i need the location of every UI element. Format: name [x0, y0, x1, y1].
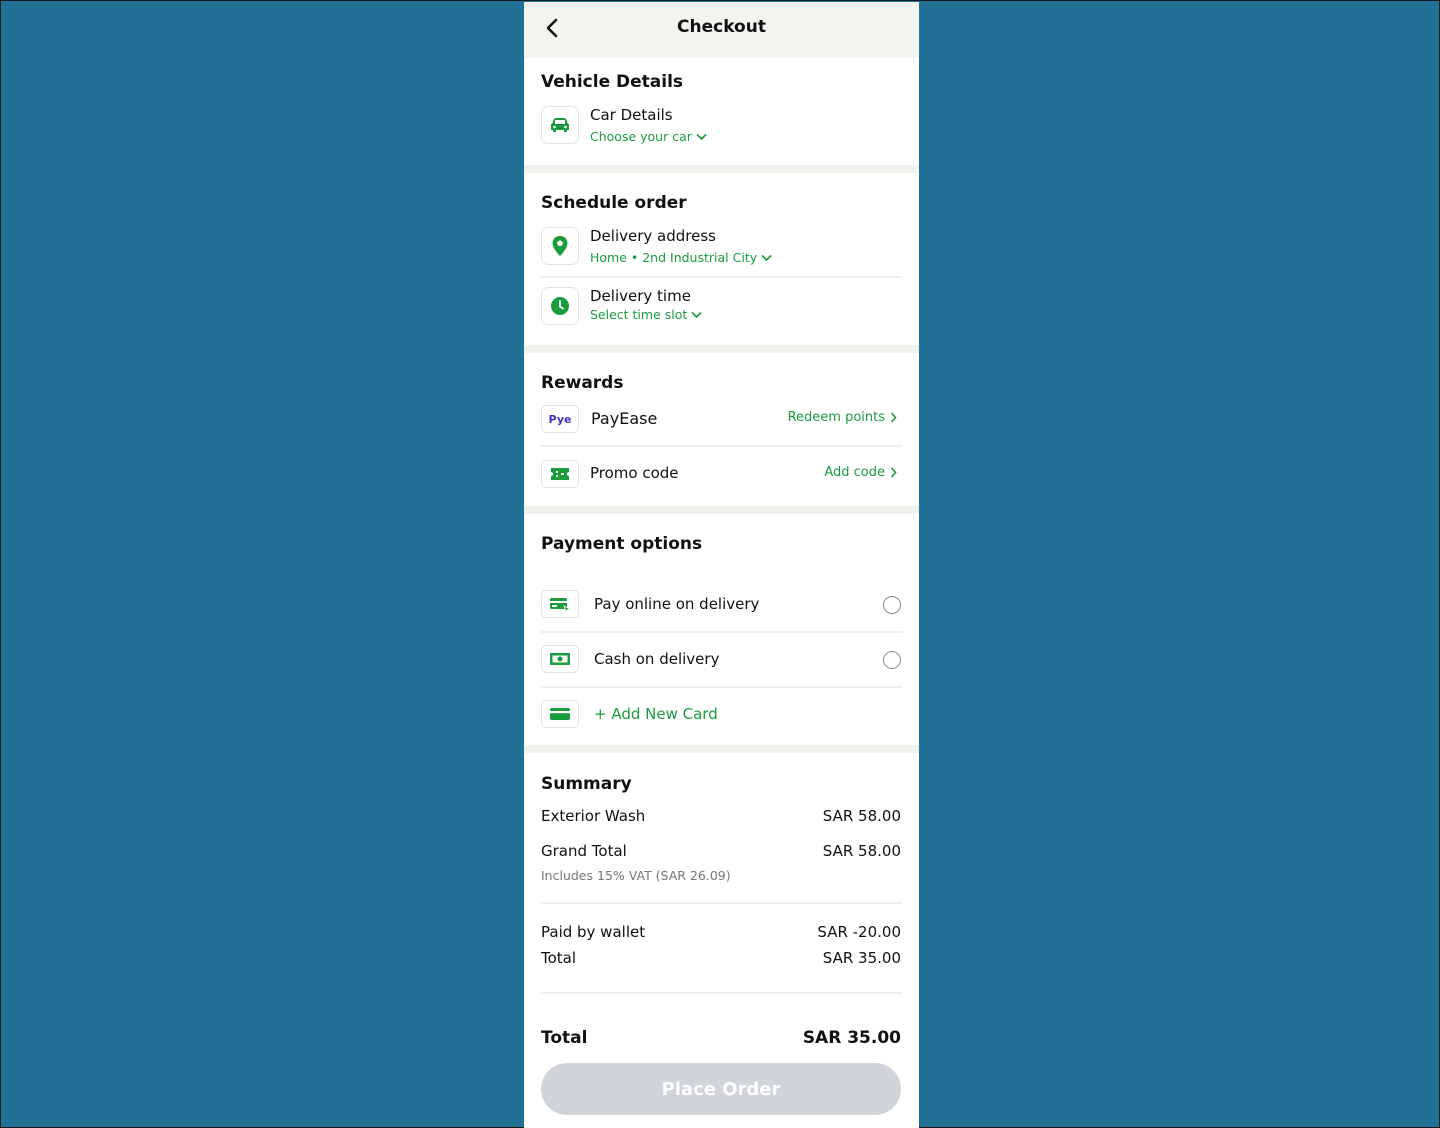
choose-car-text: Choose your car [590, 129, 692, 144]
divider [541, 902, 902, 904]
add-code-text: Add code [824, 465, 885, 480]
redeem-points-link[interactable]: Redeem points [788, 410, 897, 425]
schedule-section: Schedule order Delivery address Home • 2… [524, 173, 919, 345]
add-new-card-button[interactable]: + Add New Card [594, 705, 718, 723]
rewards-section-title: Rewards [541, 373, 624, 393]
time-slot-text: Select time slot [590, 307, 688, 322]
summary-section-title: Summary [541, 774, 632, 794]
rewards-section: Rewards Pye PayEase Redeem points Promo … [524, 353, 919, 506]
cash-icon [541, 645, 579, 673]
delivery-address-dropdown[interactable]: Home • 2nd Industrial City [590, 250, 772, 265]
car-details-label: Car Details [590, 106, 673, 124]
paid-by-wallet-row: Paid by wallet SAR -20.00 [541, 923, 901, 941]
redeem-points-text: Redeem points [787, 410, 885, 425]
divider [541, 276, 902, 278]
divider [541, 445, 902, 447]
delivery-address-label: Delivery address [590, 227, 716, 245]
payment-section: Payment options Pay online on delivery C… [524, 514, 919, 745]
ticket-icon [541, 460, 579, 488]
car-icon [541, 106, 579, 144]
vehicle-section-title: Vehicle Details [541, 72, 684, 92]
chevron-right-icon [890, 467, 897, 478]
cash-on-delivery-label: Cash on delivery [594, 650, 720, 668]
clock-icon [541, 287, 579, 325]
grand-total-value: SAR 58.00 [822, 842, 901, 860]
paid-by-wallet-value: SAR -20.00 [817, 923, 901, 941]
delivery-address-text: Home • 2nd Industrial City [590, 250, 758, 265]
divider [541, 686, 902, 688]
payment-section-title: Payment options [541, 534, 703, 554]
exterior-wash-price: SAR 58.00 [822, 807, 901, 825]
promo-code-label: Promo code [590, 464, 679, 482]
exterior-wash-label: Exterior Wash [541, 807, 646, 825]
grand-total-row: Grand Total SAR 58.00 [541, 842, 901, 860]
payease-logo: Pye [541, 405, 579, 433]
credit-card-icon [541, 700, 579, 728]
chevron-down-icon [691, 311, 702, 318]
choose-car-dropdown[interactable]: Choose your car [590, 129, 707, 144]
divider [541, 631, 902, 633]
total-value: SAR 35.00 [802, 1028, 901, 1048]
chevron-down-icon [761, 254, 772, 261]
total-label: Total [541, 1028, 588, 1048]
delivery-time-label: Delivery time [590, 287, 691, 305]
subtotal-label: Total [541, 949, 577, 967]
location-pin-icon [541, 227, 579, 265]
divider [541, 992, 902, 994]
pay-online-radio[interactable] [883, 596, 901, 614]
cash-on-delivery-radio[interactable] [883, 651, 901, 669]
payease-label: PayEase [591, 409, 658, 428]
vat-note: Includes 15% VAT (SAR 26.09) [541, 868, 731, 883]
pay-online-label: Pay online on delivery [594, 595, 760, 613]
subtotal-row: Total SAR 35.00 [541, 949, 901, 967]
chevron-right-icon [890, 412, 897, 423]
checkout-screen: Checkout Vehicle Details Car Details Cho… [524, 2, 919, 1128]
paid-by-wallet-label: Paid by wallet [541, 923, 646, 941]
time-slot-dropdown[interactable]: Select time slot [590, 307, 702, 322]
grand-total-label: Grand Total [541, 842, 627, 860]
subtotal-value: SAR 35.00 [822, 949, 901, 967]
schedule-section-title: Schedule order [541, 193, 687, 213]
exterior-wash-row: Exterior Wash SAR 58.00 [541, 807, 901, 825]
header: Checkout [524, 2, 919, 58]
add-promo-code-link[interactable]: Add code [824, 465, 897, 480]
chevron-down-icon [696, 133, 707, 140]
total-row: Total SAR 35.00 [541, 1028, 901, 1048]
vehicle-section: Vehicle Details Car Details Choose your … [524, 58, 919, 165]
online-payment-icon [541, 590, 579, 618]
page-title: Checkout [677, 17, 766, 37]
place-order-button[interactable]: Place Order [541, 1063, 901, 1115]
